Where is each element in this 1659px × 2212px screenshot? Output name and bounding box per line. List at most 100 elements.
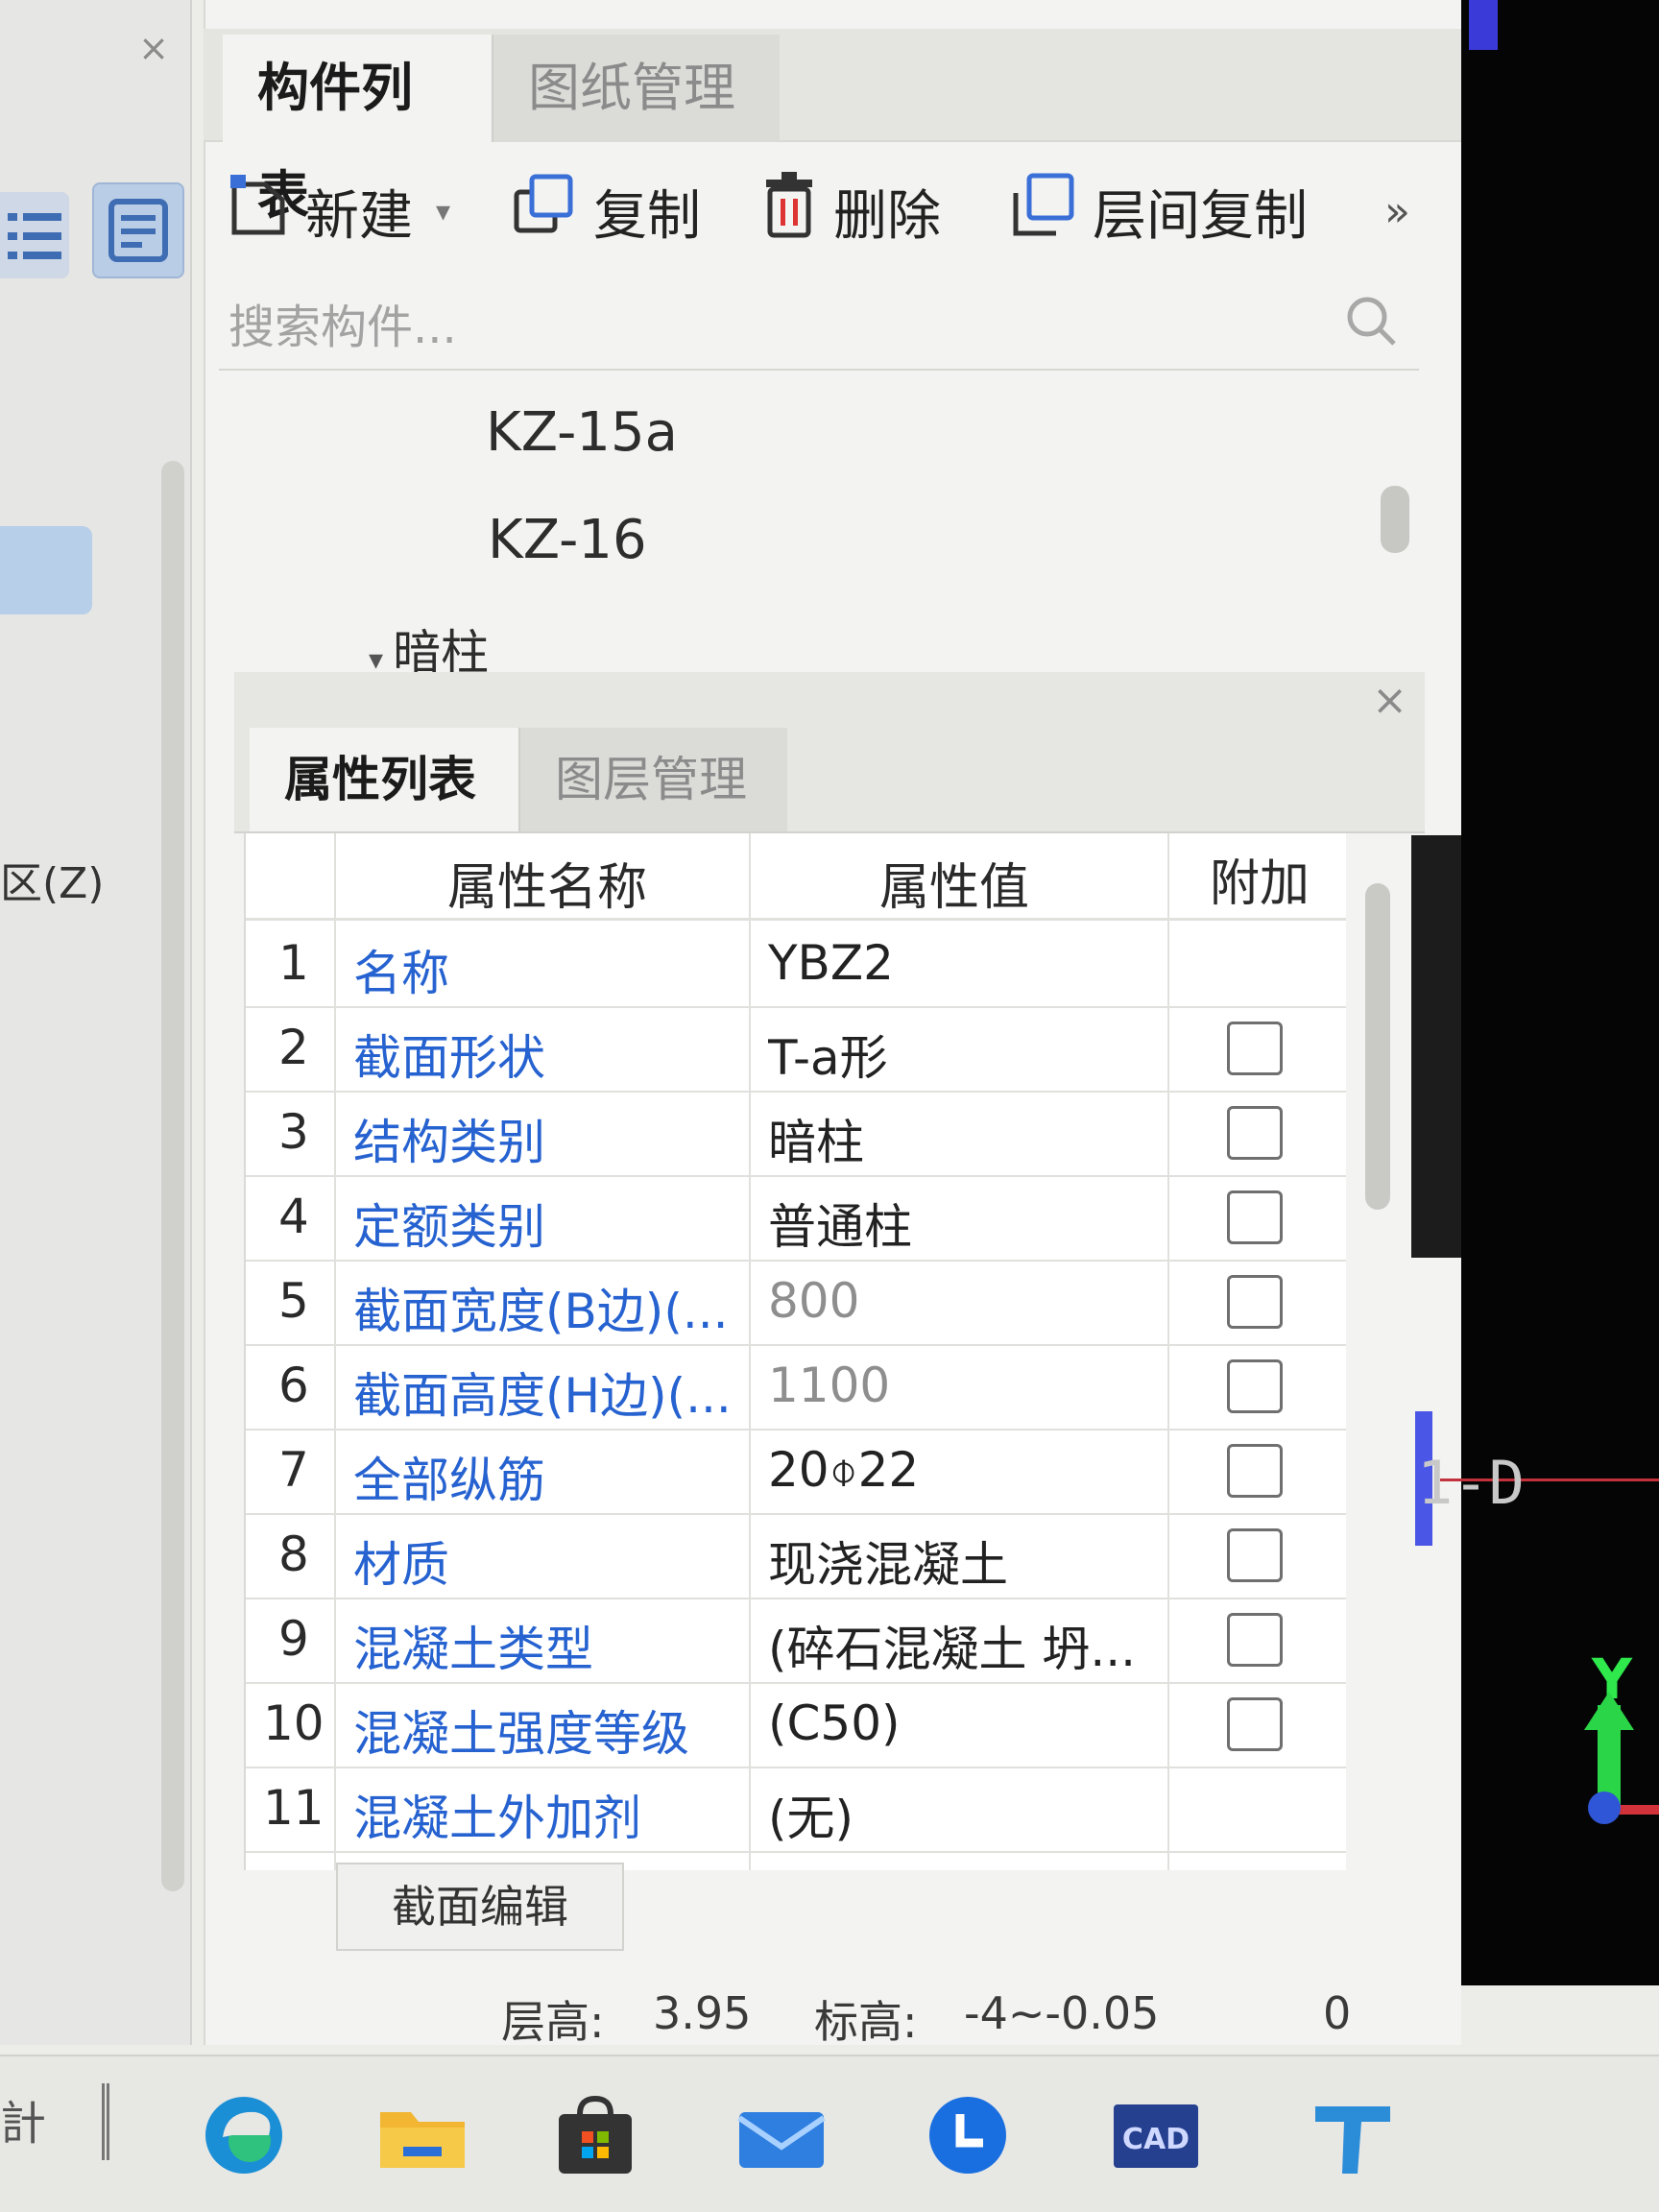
property-name-cell[interactable]: 全部纵筋 — [353, 1442, 741, 1511]
row-divider — [246, 1006, 1346, 1008]
column-header-extra[interactable]: 附加 — [1210, 843, 1310, 915]
property-value-cell[interactable]: 20⌽22 — [768, 1442, 1156, 1499]
row-divider — [246, 1260, 1346, 1262]
extra-checkbox[interactable] — [1227, 1106, 1283, 1160]
property-name-cell[interactable]: 定额类别 — [353, 1189, 741, 1258]
file-explorer-icon[interactable] — [374, 2089, 470, 2185]
tab-layer-management[interactable]: 图层管理 — [518, 728, 787, 831]
more-tools-icon[interactable]: » — [1384, 173, 1410, 250]
left-selected-item[interactable] — [0, 526, 92, 614]
property-value-cell[interactable]: 普通柱 — [768, 1189, 1156, 1258]
left-panel-close-icon[interactable]: × — [134, 29, 173, 67]
new-button[interactable]: 新建 ▾ — [227, 173, 450, 250]
property-value-cell[interactable]: T-a形 — [768, 1020, 1156, 1089]
column-header-value[interactable]: 属性值 — [879, 847, 1029, 919]
edge-browser-icon[interactable] — [198, 2089, 290, 2185]
row-number: 4 — [278, 1189, 309, 1244]
property-value-cell[interactable]: (无) — [768, 1780, 1156, 1849]
new-dropdown-icon[interactable]: ▾ — [436, 195, 450, 228]
panel-splitter[interactable] — [1411, 835, 1461, 1258]
floor-height-label: 层高: — [501, 1996, 605, 2048]
new-file-icon — [227, 171, 290, 252]
row-number: 3 — [278, 1104, 309, 1160]
left-scrollbar[interactable] — [161, 461, 184, 1891]
property-value-cell[interactable]: (C50) — [768, 1695, 1156, 1751]
coordinate-origin-icon — [1588, 1791, 1621, 1824]
extra-checkbox[interactable] — [1227, 1022, 1283, 1075]
row-number: 12 — [263, 1864, 325, 1870]
property-value-cell[interactable]: 1100 — [768, 1358, 1156, 1413]
row-divider — [246, 1682, 1346, 1684]
taskbar-partial-text: 計 — [0, 2097, 47, 2151]
property-value-cell[interactable]: 800 — [768, 1273, 1156, 1329]
component-tabbar: 构件列表 图纸管理 — [204, 29, 1461, 226]
extra-checkbox[interactable] — [1227, 1613, 1283, 1667]
row-number: 6 — [278, 1358, 309, 1413]
tab-property-list[interactable]: 属性列表 — [250, 728, 518, 831]
property-value-cell[interactable]: 暗柱 — [768, 1104, 1156, 1173]
floor-height-value: 3.95 — [653, 1987, 752, 2039]
copy-icon — [511, 171, 578, 252]
delete-button[interactable]: 删除 — [760, 172, 941, 250]
list-view-button[interactable] — [0, 192, 69, 278]
property-value-cell[interactable]: (混凝土泵) — [768, 1864, 1156, 1870]
floor-copy-icon — [1008, 170, 1077, 252]
tree-item-kz-16[interactable]: KZ-16 — [488, 509, 647, 571]
new-button-label: 新建 — [305, 184, 413, 248]
elevation-value: -4~-0.05 — [964, 1987, 1160, 2039]
t-app-icon[interactable] — [1310, 2089, 1396, 2185]
row-number: 10 — [263, 1695, 325, 1751]
extra-checkbox[interactable] — [1227, 1444, 1283, 1498]
property-value-cell[interactable]: (碎石混凝土 坍... — [768, 1611, 1156, 1680]
table-header-divider — [246, 918, 1346, 921]
status-bar: 层高: 3.95 标高: -4~-0.05 0 — [204, 1968, 1461, 2055]
row-number: 2 — [278, 1020, 309, 1075]
extra-checkbox[interactable] — [1227, 1190, 1283, 1244]
tab-drawing-management[interactable]: 图纸管理 — [492, 35, 780, 142]
property-value-cell[interactable]: YBZ2 — [768, 935, 1156, 991]
tree-item-kz-15a[interactable]: KZ-15a — [486, 401, 678, 464]
copy-button[interactable]: 复制 — [511, 173, 701, 250]
component-toolbar: 新建 ▾ 复制 删除 层间复制 » — [204, 144, 1461, 269]
property-name-cell[interactable]: 混凝土强度等级 — [353, 1695, 741, 1765]
axis-label: 1-D — [1417, 1448, 1525, 1518]
component-search-bar — [219, 278, 1419, 371]
delete-button-label: 删除 — [833, 184, 941, 248]
mail-icon[interactable] — [733, 2089, 830, 2185]
property-name-cell[interactable]: 混凝土类型 — [353, 1611, 741, 1680]
store-icon[interactable] — [549, 2089, 641, 2185]
property-name-cell[interactable]: 截面高度(H边)(... — [353, 1358, 741, 1427]
row-divider — [246, 1429, 1346, 1431]
row-divider — [246, 1513, 1346, 1515]
table-scrollbar-thumb[interactable] — [1365, 883, 1390, 1210]
property-value-cell[interactable]: 现浇混凝土 — [768, 1527, 1156, 1596]
row-number: 8 — [278, 1527, 309, 1582]
column-header-name[interactable]: 属性名称 — [447, 847, 647, 919]
search-icon[interactable] — [1338, 288, 1406, 355]
tab-component-list[interactable]: 构件列表 — [223, 35, 492, 226]
property-name-cell[interactable]: 名称 — [353, 935, 741, 1004]
region-label[interactable]: 区(Z) — [0, 849, 104, 910]
row-divider — [246, 1767, 1346, 1768]
extra-checkbox[interactable] — [1227, 1697, 1283, 1751]
row-divider — [246, 1598, 1346, 1599]
property-name-cell[interactable]: 截面宽度(B边)(... — [353, 1273, 741, 1342]
property-name-cell[interactable]: 材质 — [353, 1527, 741, 1596]
row-divider — [246, 1175, 1346, 1177]
extra-checkbox[interactable] — [1227, 1275, 1283, 1329]
extra-checkbox[interactable] — [1227, 1359, 1283, 1413]
property-panel-close-icon[interactable]: × — [1372, 676, 1407, 725]
tree-scrollbar-thumb[interactable] — [1381, 486, 1409, 553]
component-search-input[interactable] — [227, 296, 1286, 359]
property-name-cell[interactable]: 截面形状 — [353, 1020, 741, 1089]
property-name-cell[interactable]: 结构类别 — [353, 1104, 741, 1173]
extra-checkbox[interactable] — [1227, 1528, 1283, 1582]
clock-app-icon[interactable] — [922, 2089, 1014, 2185]
list-icon — [8, 213, 61, 259]
component-tree: KZ-15a KZ-16 ▾ 暗柱 — [219, 374, 1419, 681]
floor-copy-button[interactable]: 层间复制 — [1008, 173, 1308, 250]
property-name-cell[interactable]: 混凝土外加剂 — [353, 1780, 741, 1849]
section-edit-button[interactable]: 截面编辑 — [336, 1863, 624, 1951]
detail-view-button[interactable] — [92, 182, 184, 278]
cad-app-icon[interactable]: CAD — [1110, 2089, 1202, 2185]
